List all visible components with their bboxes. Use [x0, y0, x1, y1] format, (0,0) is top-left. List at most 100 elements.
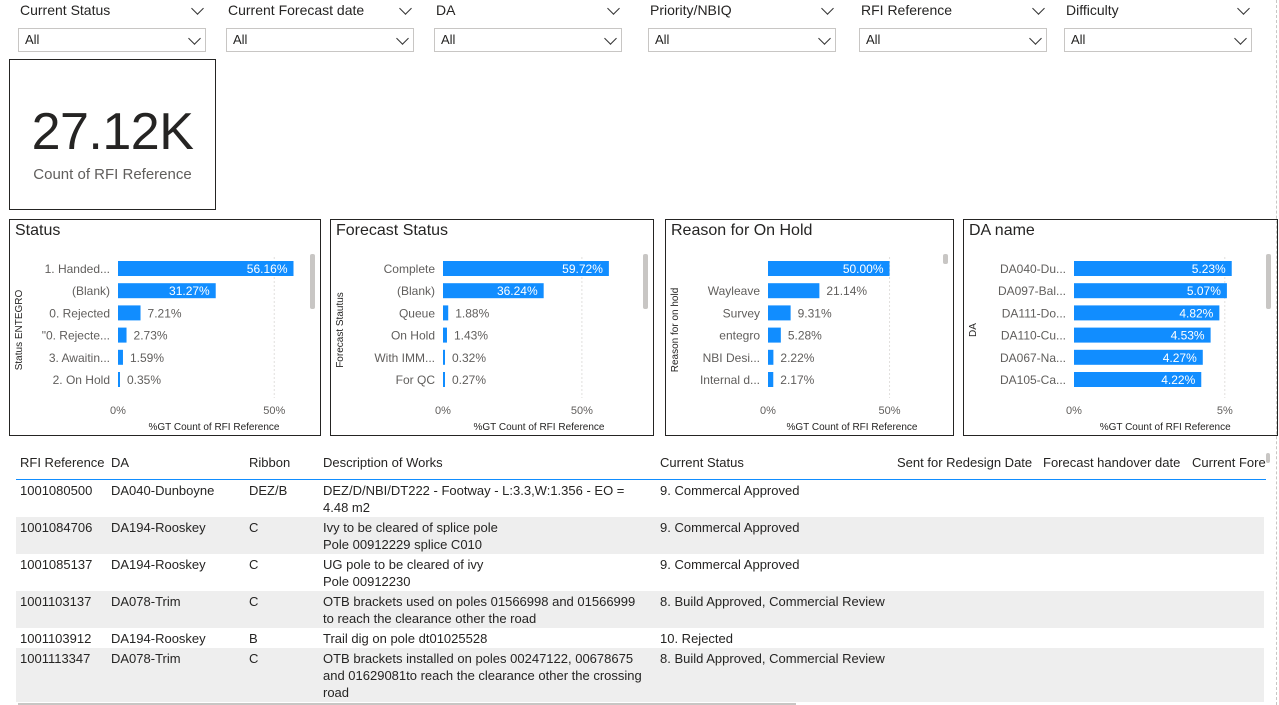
da-cell: DA194-Rooskey: [111, 631, 206, 646]
table-row[interactable]: 1001080500 DA040-Dunboyne DEZ/B 9. Commerca…: [16, 480, 1264, 517]
slicer-dropdown[interactable]: All: [1064, 28, 1252, 52]
category-label: On Hold: [391, 329, 435, 343]
chevron-down-icon[interactable]: [1029, 30, 1042, 46]
data-label: 0.27%: [452, 373, 486, 387]
chevron-down-icon[interactable]: [1237, 0, 1250, 16]
bar[interactable]: [768, 305, 791, 321]
category-label: 1. Handed...: [45, 262, 110, 276]
bar[interactable]: [768, 372, 774, 387]
slicer-rfi-reference[interactable]: RFI Reference All: [859, 0, 1047, 54]
slicer-dropdown[interactable]: All: [18, 28, 206, 52]
chevron-down-icon[interactable]: [1032, 0, 1045, 16]
slicer-value: All: [655, 32, 670, 47]
x-tick-label: 0%: [1066, 405, 1082, 417]
slicer-current-forecast-date[interactable]: Current Forecast date All: [226, 0, 414, 54]
chart-scrollbar[interactable]: [1266, 254, 1271, 309]
y-axis-title: Reason for on hold: [670, 288, 681, 373]
slicer-dropdown[interactable]: All: [859, 28, 1047, 52]
bar[interactable]: [443, 327, 447, 343]
bar[interactable]: [768, 283, 820, 299]
chart-scrollbar[interactable]: [643, 254, 648, 309]
slicer-value: All: [866, 32, 881, 47]
category-label: entegro: [719, 329, 760, 343]
table-row[interactable]: 1001084706 DA194-Rooskey C 9. Commercal App…: [16, 517, 1264, 554]
category-label: Queue: [399, 306, 435, 320]
data-label: 4.82%: [1179, 306, 1213, 320]
da-cell: DA194-Rooskey: [111, 557, 206, 572]
column-header-current-forecast[interactable]: Current Fore: [1192, 455, 1266, 470]
chevron-down-icon[interactable]: [604, 30, 617, 46]
x-tick-label: 50%: [263, 405, 285, 417]
bar[interactable]: [118, 327, 127, 343]
table-row[interactable]: 1001113347 DA078-Trim C 8. Build Approved, …: [16, 648, 1264, 702]
bar[interactable]: [443, 349, 445, 365]
description-cell: Trail dig on pole dt01025528: [323, 630, 653, 647]
column-header-current-status[interactable]: Current Status: [660, 455, 744, 470]
chevron-down-icon[interactable]: [818, 30, 831, 46]
column-header-sent-for-redesign[interactable]: Sent for Redesign Date: [897, 455, 1032, 470]
chevron-down-icon[interactable]: [191, 0, 204, 16]
column-header-forecast-handover[interactable]: Forecast handover date: [1043, 455, 1180, 470]
y-axis-title: Forecast Stautus: [335, 292, 346, 368]
slicer-title: Difficulty: [1066, 2, 1119, 18]
slicer-dropdown[interactable]: All: [648, 28, 836, 52]
slicer-dropdown[interactable]: All: [226, 28, 414, 52]
bar[interactable]: [443, 305, 449, 321]
slicer-current-status[interactable]: Current Status All: [18, 0, 206, 54]
chevron-down-icon[interactable]: [188, 30, 201, 46]
bar[interactable]: [768, 327, 781, 343]
chart-scrollbar[interactable]: [310, 254, 315, 309]
slicer-value: All: [441, 32, 456, 47]
column-header-da[interactable]: DA: [111, 455, 129, 470]
chevron-down-icon[interactable]: [396, 30, 409, 46]
category-label: Wayleave: [708, 284, 761, 298]
da-name-chart: DA name DA040-Du... 5.23% DA097-Bal... 5.07%…: [963, 219, 1278, 436]
da-cell: DA040-Dunboyne: [111, 483, 215, 498]
description-cell: OTB brackets used on poles 01566998 and …: [323, 593, 653, 627]
column-header-rfi-reference[interactable]: RFI Reference: [20, 455, 105, 470]
data-label: 59.72%: [562, 262, 603, 276]
chevron-down-icon[interactable]: [607, 0, 620, 16]
chevron-down-icon[interactable]: [1234, 30, 1247, 46]
data-label: 2.22%: [780, 351, 814, 365]
bar[interactable]: [118, 372, 120, 387]
slicer-dropdown[interactable]: All: [434, 28, 622, 52]
category-label: Internal d...: [700, 373, 760, 387]
description-line: Trail dig on pole dt01025528: [323, 631, 488, 646]
description-cell: DEZ/D/NBI/DT222 - Footway - L:3.3,W:1.35…: [323, 482, 653, 516]
column-header-ribbon[interactable]: Ribbon: [249, 455, 290, 470]
data-label: 4.27%: [1163, 351, 1197, 365]
data-label: 4.53%: [1171, 329, 1205, 343]
bar[interactable]: [443, 372, 445, 387]
data-label: 2.17%: [780, 373, 814, 387]
bar[interactable]: [768, 349, 774, 365]
bar-chart-svg: Complete 59.72% (Blank) 36.24% Queue 1.88% On …: [335, 254, 648, 433]
x-tick-label: 0%: [760, 405, 776, 417]
table-row[interactable]: 1001103912 DA194-Rooskey B 10. Rejected Trai…: [16, 628, 1264, 648]
bar[interactable]: [118, 349, 123, 365]
description-line: UG pole to be cleared of ivy: [323, 557, 484, 572]
x-axis-title: %GT Count of RFI Reference: [149, 422, 280, 433]
description-line: road: [323, 685, 350, 700]
slicer-da[interactable]: DA All: [434, 0, 622, 54]
slicer-priority-nbiq[interactable]: Priority/NBIQ All: [648, 0, 836, 54]
chart-scrollbar[interactable]: [943, 254, 948, 264]
data-label: 31.27%: [169, 284, 210, 298]
chevron-down-icon[interactable]: [399, 0, 412, 16]
column-header-description[interactable]: Description of Works: [323, 455, 443, 470]
slicer-title: Priority/NBIQ: [650, 2, 732, 18]
category-label: DA067-Na...: [1000, 351, 1066, 365]
chevron-down-icon[interactable]: [821, 0, 834, 16]
kpi-label: Count of RFI Reference: [33, 166, 192, 183]
rfi-reference-cell: 1001085137: [20, 557, 93, 572]
table-vertical-scrollbar[interactable]: [1266, 453, 1270, 463]
description-cell: UG pole to be cleared of ivy Pole 0091223…: [323, 556, 653, 590]
table-row[interactable]: 1001103137 DA078-Trim C 8. Build Approved, …: [16, 591, 1264, 628]
rfi-reference-cell: 1001103912: [20, 631, 92, 646]
slicer-difficulty[interactable]: Difficulty All: [1064, 0, 1252, 54]
table-row[interactable]: 1001085137 DA194-Rooskey C 9. Commercal App…: [16, 554, 1264, 591]
bar-chart-svg: 50.00% Wayleave 21.14% Survey 9.31% entegro 5.…: [670, 254, 948, 433]
bar[interactable]: [118, 305, 141, 321]
data-label: 0.35%: [127, 373, 161, 387]
data-label: 2.73%: [134, 329, 168, 343]
